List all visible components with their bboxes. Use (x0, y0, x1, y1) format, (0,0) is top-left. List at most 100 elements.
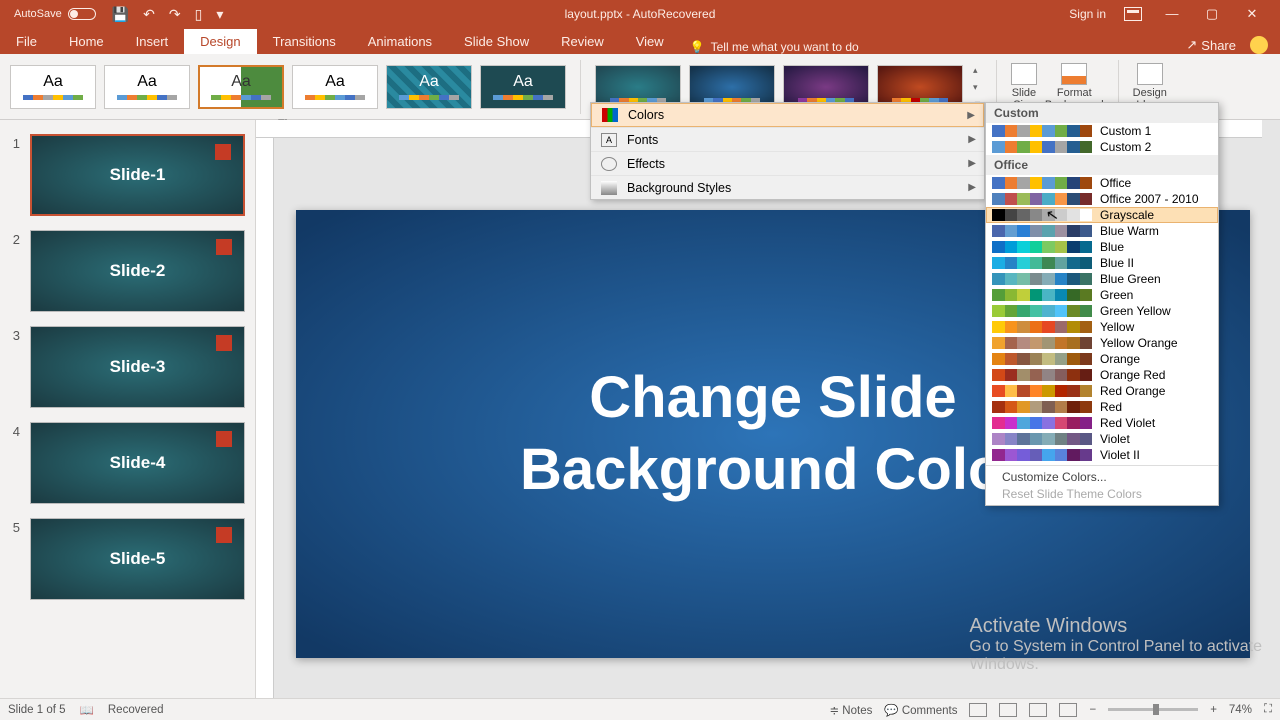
tab-slideshow[interactable]: Slide Show (448, 29, 545, 54)
color-scheme-item[interactable]: Grayscale (986, 207, 1218, 223)
tab-view[interactable]: View (620, 29, 680, 54)
thumb-row[interactable]: 4 Slide-4 (0, 418, 255, 514)
theme-thumb-selected[interactable]: Aa (198, 65, 284, 109)
thumb-label: Slide-5 (110, 549, 166, 569)
reading-view-button[interactable] (1029, 703, 1047, 717)
zoom-in-button[interactable]: + (1210, 704, 1217, 716)
save-icon[interactable]: 💾 (112, 7, 129, 21)
color-scheme-item[interactable]: Yellow (986, 319, 1218, 335)
theme-thumb[interactable]: Aa (292, 65, 378, 109)
swatch-icon (992, 369, 1092, 381)
menu-item-fonts[interactable]: A Fonts ▶ (591, 127, 984, 151)
qat-more-icon[interactable]: ▾ (216, 7, 223, 21)
status-slide-count: Slide 1 of 5 (8, 704, 66, 716)
slide-thumbnail[interactable]: Slide-4 (30, 422, 245, 504)
color-scheme-item[interactable]: Custom 2 (986, 139, 1218, 155)
theme-thumb[interactable]: Aa (386, 65, 472, 109)
color-scheme-list[interactable]: CustomCustom 1Custom 2OfficeOfficeOffice… (986, 103, 1218, 465)
tab-home[interactable]: Home (53, 29, 120, 54)
scheme-name: Yellow Orange (1100, 336, 1178, 350)
color-scheme-item[interactable]: Office 2007 - 2010 (986, 191, 1218, 207)
close-button[interactable]: ✕ (1232, 6, 1272, 22)
slide-thumbnail[interactable]: Slide-5 (30, 518, 245, 600)
scheme-name: Violet II (1100, 448, 1140, 462)
thumb-number: 2 (8, 230, 20, 247)
color-scheme-item[interactable]: Red Orange (986, 383, 1218, 399)
color-scheme-item[interactable]: Blue II (986, 255, 1218, 271)
zoom-slider[interactable] (1108, 708, 1198, 711)
sign-in-button[interactable]: Sign in (1061, 7, 1114, 21)
share-button[interactable]: ↗ Share (1186, 37, 1236, 53)
color-scheme-item[interactable]: Violet (986, 431, 1218, 447)
slide-title-text[interactable]: Change Slide Background Color (520, 362, 1026, 507)
feedback-icon[interactable] (1250, 36, 1268, 54)
theme-thumb[interactable]: Aa (104, 65, 190, 109)
slide-thumbnail-pane[interactable]: 1 Slide-1 2 Slide-2 3 Slide-3 4 Slide-4 … (0, 120, 256, 698)
swatch-icon (992, 193, 1092, 205)
slide-thumbnail[interactable]: Slide-2 (30, 230, 245, 312)
tab-insert[interactable]: Insert (120, 29, 185, 54)
sorter-view-button[interactable] (999, 703, 1017, 717)
thumb-number: 1 (8, 134, 20, 151)
thumb-row[interactable]: 2 Slide-2 (0, 226, 255, 322)
zoom-level[interactable]: 74% (1229, 704, 1252, 716)
thumb-row[interactable]: 1 Slide-1 (0, 130, 255, 226)
color-scheme-item[interactable]: Green (986, 287, 1218, 303)
tab-animations[interactable]: Animations (352, 29, 448, 54)
color-scheme-item[interactable]: Orange (986, 351, 1218, 367)
customize-colors-button[interactable]: Customize Colors... (1002, 470, 1202, 484)
normal-view-button[interactable] (969, 703, 987, 717)
scheme-name: Orange (1100, 352, 1140, 366)
fit-to-window-button[interactable]: ⛶ (1264, 703, 1272, 716)
red-shape-icon (215, 144, 231, 160)
theme-thumb[interactable]: Aa (480, 65, 566, 109)
swatch-icon (992, 385, 1092, 397)
color-scheme-item[interactable]: Office (986, 175, 1218, 191)
menu-item-background-styles[interactable]: Background Styles ▶ (591, 175, 984, 199)
menu-item-effects[interactable]: Effects ▶ (591, 151, 984, 175)
menu-fonts-label: Fonts (627, 133, 658, 147)
notes-button[interactable]: ≑ Notes (829, 703, 872, 717)
thumb-label: Slide-3 (110, 357, 166, 377)
spellcheck-icon[interactable]: 📖 (80, 703, 94, 717)
slideshow-view-button[interactable] (1059, 703, 1077, 717)
slide-thumbnail[interactable]: Slide-3 (30, 326, 245, 408)
theme-thumb[interactable]: Aa (10, 65, 96, 109)
color-scheme-item[interactable]: Violet II (986, 447, 1218, 463)
zoom-out-button[interactable]: − (1089, 704, 1096, 716)
tab-review[interactable]: Review (545, 29, 620, 54)
autosave-toggle[interactable]: AutoSave (14, 8, 96, 20)
color-scheme-item[interactable]: Red (986, 399, 1218, 415)
undo-icon[interactable]: ↶ (143, 7, 155, 21)
ribbon-display-icon[interactable] (1124, 7, 1142, 21)
swatch-icon (992, 353, 1092, 365)
tab-file[interactable]: File (0, 29, 53, 54)
minimize-button[interactable]: — (1152, 6, 1192, 22)
thumb-number: 4 (8, 422, 20, 439)
color-scheme-footer: Customize Colors... Reset Slide Theme Co… (986, 465, 1218, 505)
color-scheme-item[interactable]: Green Yellow (986, 303, 1218, 319)
tell-me-search[interactable]: 💡 Tell me what you want to do (680, 40, 869, 54)
color-scheme-item[interactable]: Blue Green (986, 271, 1218, 287)
slide-thumbnail[interactable]: Slide-1 (30, 134, 245, 216)
color-scheme-item[interactable]: Blue Warm (986, 223, 1218, 239)
maximize-button[interactable]: ▢ (1192, 6, 1232, 22)
color-scheme-item[interactable]: Custom 1 (986, 123, 1218, 139)
color-scheme-item[interactable]: Orange Red (986, 367, 1218, 383)
menu-item-colors[interactable]: Colors ▶ (591, 103, 984, 127)
app-window: AutoSave 💾 ↶ ↷ ▯ ▾ layout.pptx - AutoRec… (0, 0, 1280, 720)
thumb-row[interactable]: 5 Slide-5 (0, 514, 255, 610)
redo-icon[interactable]: ↷ (169, 7, 181, 21)
tab-design[interactable]: Design (184, 29, 256, 54)
start-from-beginning-icon[interactable]: ▯ (195, 7, 203, 21)
chevron-right-icon: ▶ (968, 158, 976, 169)
color-scheme-item[interactable]: Yellow Orange (986, 335, 1218, 351)
document-title: layout.pptx - AutoRecovered (565, 7, 716, 21)
swatch-icon (992, 177, 1092, 189)
red-shape-icon (216, 527, 232, 543)
tab-transitions[interactable]: Transitions (257, 29, 352, 54)
color-scheme-item[interactable]: Blue (986, 239, 1218, 255)
color-scheme-item[interactable]: Red Violet (986, 415, 1218, 431)
thumb-row[interactable]: 3 Slide-3 (0, 322, 255, 418)
comments-button[interactable]: 💬 Comments (884, 703, 957, 717)
